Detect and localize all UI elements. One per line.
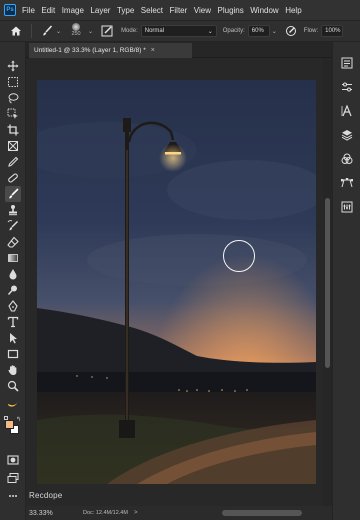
- blur-icon[interactable]: [5, 266, 21, 282]
- canvas-image: [37, 80, 316, 484]
- history-panel-icon[interactable]: [340, 56, 354, 70]
- rectangle-icon[interactable]: [5, 346, 21, 362]
- default-colors-icon[interactable]: [4, 416, 8, 420]
- zoom-level[interactable]: 33.33%: [29, 510, 77, 517]
- foreground-color-swatch[interactable]: [5, 420, 14, 429]
- pen-icon[interactable]: [5, 298, 21, 314]
- move-icon[interactable]: [5, 58, 21, 74]
- home-icon[interactable]: [8, 23, 24, 39]
- horizontal-scroll-thumb[interactable]: [222, 510, 302, 516]
- photoshop-logo[interactable]: Ps: [4, 4, 16, 16]
- eraser-icon[interactable]: [5, 234, 21, 250]
- status-menu-arrow[interactable]: >: [134, 510, 138, 516]
- chevron-down-icon[interactable]: ⌄: [88, 28, 93, 35]
- brush-preset-icon[interactable]: [39, 23, 55, 39]
- brush-tip-icon: [72, 23, 81, 31]
- options-bar: ⌄ 250 ⌄ Mode: Normal ⌄ Opacity: 60% ⌄ Fl…: [0, 20, 360, 42]
- path-select-icon[interactable]: [5, 330, 21, 346]
- panel-dock: [332, 42, 360, 520]
- properties-panel-icon[interactable]: [340, 200, 354, 214]
- opacity-value: 60%: [251, 28, 264, 34]
- vertical-scrollbar[interactable]: [323, 58, 332, 506]
- menu-select[interactable]: Select: [141, 6, 163, 15]
- type-icon[interactable]: [5, 314, 21, 330]
- chevron-down-icon[interactable]: ⌄: [56, 28, 61, 35]
- chevron-down-icon[interactable]: ⌄: [272, 28, 277, 35]
- brush-cursor: [223, 240, 255, 272]
- menu-image[interactable]: Image: [62, 6, 84, 15]
- layers-panel-icon[interactable]: [340, 128, 354, 142]
- menu-bar: Ps File Edit Image Layer Type Select Fil…: [0, 0, 360, 20]
- tools-panel: ↰: [0, 42, 26, 520]
- mode-dropdown[interactable]: Normal ⌄: [140, 25, 217, 37]
- document-tab-bar: Untitled-1 @ 33.3% (Layer 1, RGB/8) * ×: [26, 42, 332, 58]
- menu-filter[interactable]: Filter: [170, 6, 188, 15]
- gradient-icon[interactable]: [5, 250, 21, 266]
- object-select-icon[interactable]: [5, 106, 21, 122]
- watermark-text: Recdope: [29, 491, 63, 500]
- clone-stamp-icon[interactable]: [5, 202, 21, 218]
- eyedropper-icon[interactable]: [5, 154, 21, 170]
- edit-toolbar-icon[interactable]: [5, 488, 21, 504]
- opacity-label: Opacity:: [222, 28, 245, 34]
- banana-icon[interactable]: [5, 396, 21, 412]
- healing-brush-icon[interactable]: [5, 170, 21, 186]
- menu-layer[interactable]: Layer: [90, 6, 110, 15]
- color-swatches-icon[interactable]: ↰: [4, 416, 22, 436]
- quick-mask-icon[interactable]: [5, 452, 21, 468]
- status-bar: 33.33% Doc: 12.4M/12.4M >: [26, 506, 332, 520]
- frame-icon[interactable]: [5, 138, 21, 154]
- screen-mode-icon[interactable]: [5, 470, 21, 486]
- menu-view[interactable]: View: [194, 6, 211, 15]
- menu-plugins[interactable]: Plugins: [218, 6, 244, 15]
- document-canvas[interactable]: [37, 80, 316, 484]
- menu-window[interactable]: Window: [250, 6, 278, 15]
- crop-icon[interactable]: [5, 122, 21, 138]
- chevron-down-icon: ⌄: [207, 28, 213, 35]
- menu-file[interactable]: File: [22, 6, 35, 15]
- menu-type[interactable]: Type: [117, 6, 134, 15]
- marquee-icon[interactable]: [5, 74, 21, 90]
- brush-size-picker[interactable]: 250: [65, 21, 87, 41]
- vertical-scroll-thumb[interactable]: [325, 198, 330, 368]
- opacity-field[interactable]: 60%: [247, 25, 270, 37]
- mode-label: Mode:: [121, 28, 138, 34]
- hand-icon[interactable]: [5, 362, 21, 378]
- dodge-icon[interactable]: [5, 282, 21, 298]
- mode-value: Normal: [144, 28, 165, 34]
- channels-panel-icon[interactable]: [340, 152, 354, 166]
- zoom-icon[interactable]: [5, 378, 21, 394]
- character-panel-icon[interactable]: [340, 104, 354, 118]
- document-tab-title: Untitled-1 @ 33.3% (Layer 1, RGB/8) *: [34, 47, 146, 54]
- menu-help[interactable]: Help: [285, 6, 301, 15]
- adjustments-panel-icon[interactable]: [340, 80, 354, 94]
- document-info: Doc: 12.4M/12.4M: [83, 510, 128, 516]
- flow-label: Flow:: [303, 28, 319, 34]
- pressure-opacity-icon[interactable]: [283, 23, 299, 39]
- history-brush-icon[interactable]: [5, 218, 21, 234]
- brush-settings-icon[interactable]: [99, 23, 115, 39]
- flow-value: 100%: [325, 28, 341, 34]
- document-tab[interactable]: Untitled-1 @ 33.3% (Layer 1, RGB/8) * ×: [29, 43, 192, 58]
- brush-icon[interactable]: [5, 186, 21, 202]
- menu-edit[interactable]: Edit: [41, 6, 55, 15]
- paths-panel-icon[interactable]: [340, 176, 354, 190]
- lasso-icon[interactable]: [5, 90, 21, 106]
- close-icon[interactable]: ×: [151, 47, 155, 54]
- brush-size-value: 250: [71, 31, 81, 37]
- flow-field[interactable]: 100%: [321, 25, 344, 37]
- swap-colors-icon[interactable]: ↰: [16, 416, 21, 423]
